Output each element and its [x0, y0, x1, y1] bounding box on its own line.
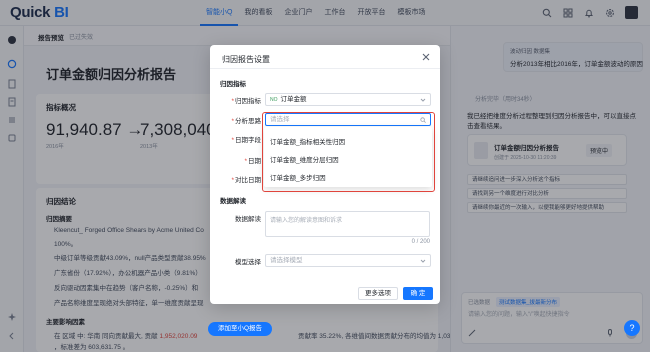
metric-tag: NO — [270, 97, 278, 103]
modal-divider — [210, 68, 440, 69]
chevron-down-icon — [420, 257, 426, 263]
model-select[interactable]: 请选择模型 — [265, 254, 431, 267]
close-icon[interactable] — [421, 52, 431, 62]
label-date: *日期 — [244, 158, 261, 165]
section-interpret: 数据解读 — [220, 198, 246, 205]
label-interpret: 数据解读 — [235, 216, 261, 223]
label-date-field: *日期字段 — [231, 137, 261, 144]
chevron-down-icon — [420, 96, 426, 102]
highlight-annotation — [262, 112, 435, 192]
section-metric: 归因指标 — [220, 81, 246, 88]
modal-title: 归因报告设置 — [222, 55, 270, 64]
confirm-button[interactable]: 确 定 — [403, 287, 433, 300]
more-options-button[interactable]: 更多选项 — [358, 287, 398, 300]
label-metric: *归因指标 — [231, 98, 261, 105]
attribution-settings-modal: 归因报告设置 归因指标 *归因指标 NO 订单金额 *分析思路 请选择 *日期字段… — [210, 45, 440, 304]
add-to-q-report-button[interactable]: 添加至小Q报告 — [208, 322, 272, 336]
label-compare-date: *对比日期 — [231, 177, 261, 184]
help-icon[interactable]: ? — [624, 320, 640, 336]
char-counter: 0 / 200 — [411, 239, 430, 245]
label-idea: *分析思路 — [231, 118, 261, 125]
metric-select[interactable]: NO 订单金额 — [265, 93, 431, 106]
interpret-textarea[interactable]: 请输入您的解读意图和诉求 — [265, 211, 430, 237]
label-model: 模型选择 — [235, 259, 261, 266]
